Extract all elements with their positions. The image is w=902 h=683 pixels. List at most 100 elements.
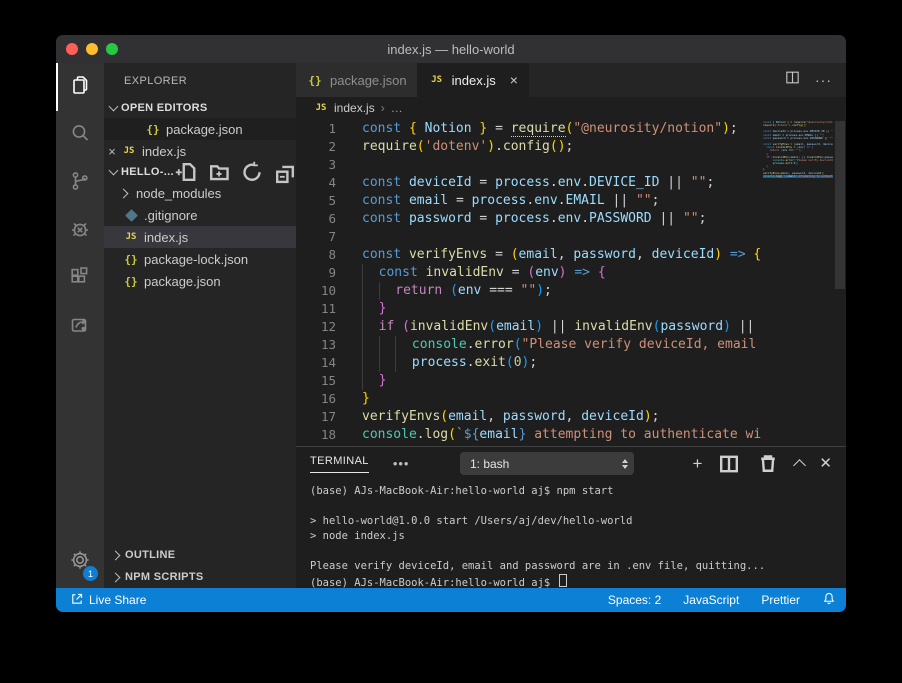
new-terminal-icon[interactable]: + xyxy=(692,455,702,472)
zoom-window-button[interactable] xyxy=(106,43,118,55)
editor-scrollbar[interactable] xyxy=(834,119,846,446)
collapse-all-icon[interactable] xyxy=(273,160,296,184)
folder-section-header[interactable]: HELLO-... xyxy=(104,162,296,182)
code-line[interactable]: 9const invalidEnv = (env) => { xyxy=(296,264,762,282)
split-terminal-icon[interactable] xyxy=(717,452,741,476)
code-line-text xyxy=(336,156,362,174)
window-title: index.js — hello-world xyxy=(56,42,846,57)
split-editor-icon[interactable] xyxy=(784,69,801,91)
code-lines: 1const { Notion } = require("@neurosity/… xyxy=(296,120,762,446)
breadcrumb[interactable]: JS index.js › … xyxy=(296,97,846,119)
activity-live-share[interactable] xyxy=(56,303,104,351)
js-file-icon: JS xyxy=(122,232,140,242)
minimap[interactable]: const { Notion } = require("@neurosity/n… xyxy=(763,121,833,181)
tree-item-package-json[interactable]: {}package.json xyxy=(104,270,296,292)
code-line[interactable]: 5const email = process.env.EMAIL || ""; xyxy=(296,192,762,210)
code-line[interactable]: 11} xyxy=(296,300,762,318)
code-line[interactable]: 4const deviceId = process.env.DEVICE_ID … xyxy=(296,174,762,192)
minimize-window-button[interactable] xyxy=(86,43,98,55)
code-line-text: const verifyEnvs = (email, password, dev… xyxy=(336,246,761,264)
code-editor[interactable]: 1const { Notion } = require("@neurosity/… xyxy=(296,119,846,446)
bell-icon[interactable] xyxy=(822,591,836,609)
tab-terminal[interactable]: TERMINAL xyxy=(310,455,369,473)
status-item-javascript[interactable]: JavaScript xyxy=(683,593,739,607)
code-line-text: const invalidEnv = (env) => { xyxy=(336,264,606,282)
breadcrumb-more[interactable]: … xyxy=(391,101,403,115)
activity-extensions[interactable] xyxy=(56,255,104,303)
code-line[interactable]: 6const password = process.env.PASSWORD |… xyxy=(296,210,762,228)
open-editors-header[interactable]: OPEN EDITORS xyxy=(104,98,296,118)
line-number: 2 xyxy=(296,138,336,156)
maximize-panel-icon[interactable] xyxy=(795,457,804,470)
status-bar-right: Spaces: 2 JavaScript Prettier xyxy=(608,591,836,609)
section-npm-scripts[interactable]: NPM SCRIPTS xyxy=(104,566,296,588)
activity-search[interactable] xyxy=(56,111,104,159)
new-folder-icon[interactable] xyxy=(207,160,231,184)
tab-package-json[interactable]: {} package.json xyxy=(296,63,418,97)
minimap-line: const password = process.env.PASSWORD ||… xyxy=(763,137,833,140)
line-number: 4 xyxy=(296,174,336,192)
code-line[interactable]: 16} xyxy=(296,390,762,408)
terminal-output[interactable]: (base) AJs-MacBook-Air:hello-world aj$ n… xyxy=(296,480,846,589)
code-line[interactable]: 8const verifyEnvs = (email, password, de… xyxy=(296,246,762,264)
tree-item-index-js[interactable]: JSindex.js xyxy=(104,226,296,248)
chevron-down-icon xyxy=(109,166,119,176)
tree-item--gitignore[interactable]: .gitignore xyxy=(104,204,296,226)
panel-more-icon[interactable]: ••• xyxy=(393,456,410,471)
close-window-button[interactable] xyxy=(66,43,78,55)
select-stepper-icon xyxy=(622,459,628,469)
new-file-icon[interactable] xyxy=(174,160,198,184)
json-file-icon: {} xyxy=(144,123,162,136)
code-line[interactable]: 18console.log(`${email} attempting to au… xyxy=(296,426,762,444)
tree-item-package-lock-json[interactable]: {}package-lock.json xyxy=(104,248,296,270)
code-line[interactable]: 3 xyxy=(296,156,762,174)
terminal-actions: +✕ xyxy=(692,452,832,476)
code-line-text: require('dotenv').config(); xyxy=(336,138,573,156)
tree-item-label: package.json xyxy=(144,274,221,289)
live-share-button[interactable]: Live Share xyxy=(66,592,150,609)
breadcrumb-file[interactable]: index.js xyxy=(334,101,375,115)
code-line[interactable]: 15} xyxy=(296,372,762,390)
line-number: 18 xyxy=(296,426,336,444)
open-editor-label: package.json xyxy=(166,122,243,137)
scrollbar-thumb[interactable] xyxy=(835,121,845,289)
close-icon[interactable]: × xyxy=(104,144,120,159)
code-line[interactable]: 7 xyxy=(296,228,762,246)
tab-close-icon[interactable]: × xyxy=(510,72,518,88)
close-panel-icon[interactable]: ✕ xyxy=(819,456,832,471)
sidebar-title: EXPLORER xyxy=(104,63,296,98)
code-line[interactable]: 1const { Notion } = require("@neurosity/… xyxy=(296,120,762,138)
activity-run-debug[interactable] xyxy=(56,207,104,255)
refresh-icon[interactable] xyxy=(240,160,264,184)
code-line[interactable]: 12if (invalidEnv(email) || invalidEnv(pa… xyxy=(296,318,762,336)
code-line[interactable]: 13console.error("Please verify deviceId,… xyxy=(296,336,762,354)
status-item-spaces-2[interactable]: Spaces: 2 xyxy=(608,593,661,607)
code-line[interactable]: 2require('dotenv').config(); xyxy=(296,138,762,156)
open-editor-item[interactable]: ×JSindex.js xyxy=(104,140,296,162)
code-line-text: console.error("Please verify deviceId, e… xyxy=(336,336,762,354)
tree-item-label: .gitignore xyxy=(144,208,197,223)
code-line[interactable]: 14process.exit(0); xyxy=(296,354,762,372)
traffic-lights xyxy=(56,43,118,55)
live-share-icon xyxy=(70,592,84,609)
more-actions-icon[interactable]: ··· xyxy=(815,72,832,88)
settings-button[interactable]: 1 xyxy=(56,536,104,588)
breadcrumb-separator: › xyxy=(381,101,385,115)
tree-item-node-modules[interactable]: node_modules xyxy=(104,182,296,204)
activity-source-control[interactable] xyxy=(56,159,104,207)
open-editor-item[interactable]: {} package.json xyxy=(104,118,296,140)
code-line[interactable]: 10return (env === ""); xyxy=(296,282,762,300)
status-right-items: Spaces: 2 JavaScript Prettier xyxy=(608,593,800,607)
line-number: 17 xyxy=(296,408,336,426)
code-line[interactable]: 19 xyxy=(296,444,762,446)
json-file-icon: {} xyxy=(306,74,324,87)
terminal-selector[interactable]: 1: bash xyxy=(460,452,634,475)
activity-explorer[interactable] xyxy=(56,63,104,111)
tab-index-js[interactable]: JSindex.js× xyxy=(418,63,529,97)
tab-label: package.json xyxy=(330,73,407,88)
section-outline[interactable]: OUTLINE xyxy=(104,544,296,566)
code-line[interactable]: 17verifyEnvs(email, password, deviceId); xyxy=(296,408,762,426)
status-item-prettier[interactable]: Prettier xyxy=(761,593,800,607)
kill-terminal-icon[interactable] xyxy=(756,452,780,476)
line-number: 15 xyxy=(296,372,336,390)
